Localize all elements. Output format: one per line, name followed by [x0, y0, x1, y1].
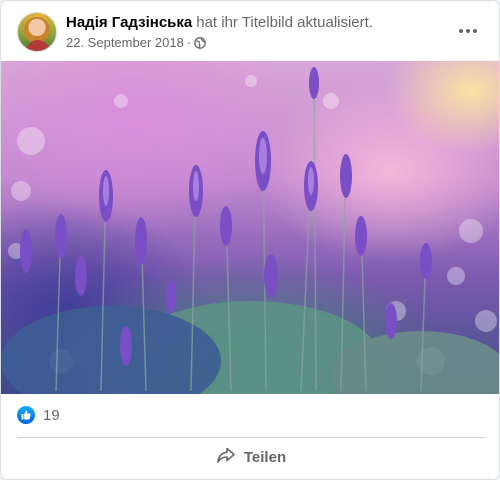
post-meta: 22. September 2018 ·	[66, 35, 207, 50]
more-options-button[interactable]	[453, 16, 483, 46]
actions-divider	[17, 437, 485, 438]
post-action-text: hat ihr Titelbild aktualisiert.	[196, 14, 373, 31]
share-arrow-icon	[216, 445, 236, 470]
more-options-dot	[459, 29, 463, 33]
lavender-field-image	[1, 67, 499, 394]
globe-icon[interactable]	[194, 36, 207, 49]
more-options-dot	[466, 29, 470, 33]
post-card: Надія Гадзінська hat ihr Titelbild aktual…	[0, 0, 500, 480]
post-timestamp-link[interactable]: 22. September 2018	[66, 35, 184, 50]
avatar-figure	[26, 40, 50, 51]
reaction-count: 19	[43, 406, 60, 424]
share-label: Teilen	[243, 448, 287, 466]
meta-separator: ·	[186, 35, 192, 50]
more-options-dot	[473, 29, 477, 33]
post-header: Надія Гадзінська hat ihr Titelbild aktual…	[1, 1, 499, 61]
post-title-line: Надія Гадзінська hat ihr Titelbild aktual…	[66, 14, 373, 31]
cover-photo[interactable]	[1, 61, 499, 394]
author-name-link[interactable]: Надія Гадзінська	[66, 14, 192, 31]
reaction-summary[interactable]: 19	[17, 403, 60, 427]
share-button[interactable]: Teilen	[17, 441, 485, 473]
avatar[interactable]	[17, 12, 57, 52]
like-icon	[17, 406, 35, 424]
